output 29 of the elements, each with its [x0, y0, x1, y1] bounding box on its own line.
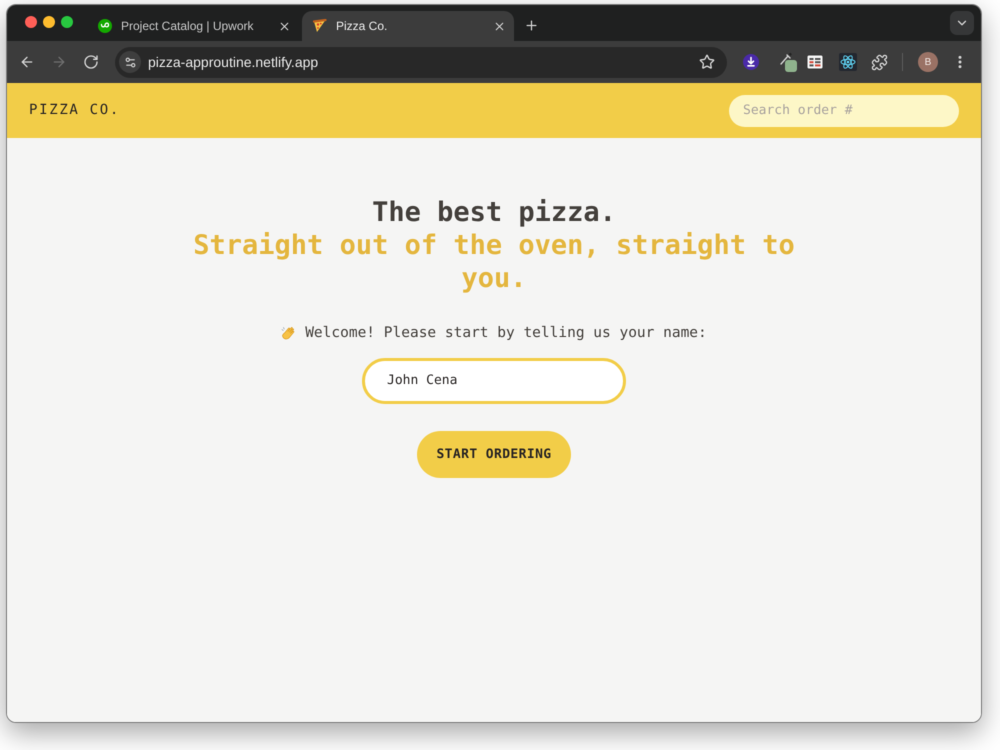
close-tab-icon[interactable] [278, 20, 291, 32]
bookmark-star-icon[interactable] [699, 54, 715, 70]
logo-text[interactable]: PIZZA CO. [29, 100, 120, 121]
start-ordering-button[interactable]: START ORDERING [417, 430, 571, 478]
waving-hand-icon [281, 326, 298, 342]
table-icon[interactable] [807, 55, 823, 69]
welcome-prompt: Welcome! Please start by telling us your name: [305, 324, 707, 343]
plus-icon [524, 18, 538, 32]
search-field[interactable]: Search order # [729, 94, 959, 126]
browser-tab[interactable]: Pizza Co. [302, 11, 514, 41]
hero-title: The best pizza. [371, 196, 617, 229]
circle-logo-icon [98, 19, 112, 33]
site-settings-icon[interactable] [119, 51, 141, 73]
atom-icon[interactable] [839, 53, 857, 71]
close-tab-icon[interactable] [493, 20, 506, 32]
close-window-icon[interactable] [25, 16, 37, 28]
address-bar[interactable]: pizza-approutine.netlify.app [115, 46, 727, 78]
zoom-window-icon[interactable] [61, 16, 73, 28]
reload-icon [83, 54, 99, 70]
browser-tab[interactable]: Project Catalog | Upwork [87, 11, 299, 41]
hero-subtitle: Straight out of the oven, straight to you. [192, 229, 796, 295]
eyedropper-icon[interactable] [779, 52, 797, 72]
tab-search-button[interactable] [950, 11, 974, 35]
name-input[interactable]: John Cena [362, 358, 626, 404]
pizza-slice-icon [313, 19, 327, 33]
minimize-window-icon[interactable] [43, 16, 55, 28]
url-text: pizza-approutine.netlify.app [148, 52, 318, 72]
puzzle-piece-icon[interactable] [871, 54, 888, 70]
download-icon[interactable] [743, 54, 759, 70]
